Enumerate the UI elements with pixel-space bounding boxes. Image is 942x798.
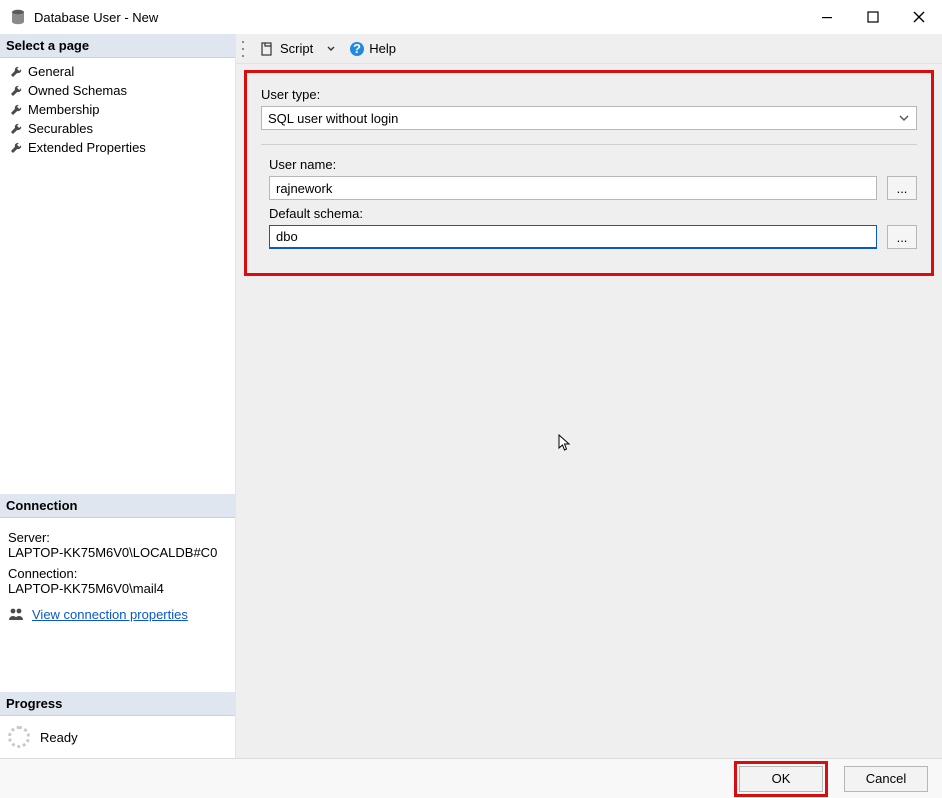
wrench-icon xyxy=(10,123,22,135)
wrench-icon xyxy=(10,85,22,97)
page-label: Membership xyxy=(28,102,100,117)
svg-text:?: ? xyxy=(353,41,361,56)
help-label: Help xyxy=(369,41,396,56)
connection-header: Connection xyxy=(0,494,235,518)
close-button[interactable] xyxy=(896,0,942,34)
page-label: Owned Schemas xyxy=(28,83,127,98)
cancel-button[interactable]: Cancel xyxy=(844,766,928,792)
content-pane: Script ? Help User type: SQL user withou… xyxy=(236,34,942,758)
progress-row: Ready xyxy=(0,716,235,758)
server-label: Server: xyxy=(8,530,227,545)
people-icon xyxy=(8,606,24,622)
page-label: General xyxy=(28,64,74,79)
progress-status: Ready xyxy=(40,730,78,745)
minimize-button[interactable] xyxy=(804,0,850,34)
toolbar: Script ? Help xyxy=(236,34,942,64)
user-name-label: User name: xyxy=(269,157,917,172)
connection-value: LAPTOP-KK75M6V0\mail4 xyxy=(8,581,227,596)
script-dropdown[interactable] xyxy=(323,45,339,53)
script-button[interactable]: Script xyxy=(254,39,319,59)
sidebar-item-general[interactable]: General xyxy=(0,62,235,81)
progress-spinner-icon xyxy=(8,726,30,748)
default-schema-label: Default schema: xyxy=(269,206,917,221)
chevron-down-icon xyxy=(327,45,335,53)
page-label: Extended Properties xyxy=(28,140,146,155)
help-button[interactable]: ? Help xyxy=(343,39,402,59)
user-type-select[interactable]: SQL user without login xyxy=(261,106,917,130)
user-type-label: User type: xyxy=(261,87,917,102)
connection-label: Connection: xyxy=(8,566,227,581)
sidebar-item-owned-schemas[interactable]: Owned Schemas xyxy=(0,81,235,100)
toolbar-grip-icon xyxy=(242,41,248,57)
sidebar-item-membership[interactable]: Membership xyxy=(0,100,235,119)
ok-highlight: OK xyxy=(734,761,828,797)
help-icon: ? xyxy=(349,41,365,57)
database-icon xyxy=(10,9,26,25)
sidebar-item-extended-properties[interactable]: Extended Properties xyxy=(0,138,235,157)
script-icon xyxy=(260,41,276,57)
script-label: Script xyxy=(280,41,313,56)
page-list: General Owned Schemas Membership Securab… xyxy=(0,58,235,161)
wrench-icon xyxy=(10,66,22,78)
maximize-button[interactable] xyxy=(850,0,896,34)
view-connection-properties-link[interactable]: View connection properties xyxy=(32,607,188,622)
sidebar-item-securables[interactable]: Securables xyxy=(0,119,235,138)
user-name-input[interactable] xyxy=(269,176,877,200)
general-form: User type: SQL user without login User n… xyxy=(244,70,934,276)
user-name-browse-button[interactable]: ... xyxy=(887,176,917,200)
ok-button[interactable]: OK xyxy=(739,766,823,792)
page-label: Securables xyxy=(28,121,93,136)
select-page-header: Select a page xyxy=(0,34,235,58)
titlebar: Database User - New xyxy=(0,0,942,34)
dialog-footer: OK Cancel xyxy=(0,758,942,798)
server-value: LAPTOP-KK75M6V0\LOCALDB#C0 xyxy=(8,545,227,560)
window-title: Database User - New xyxy=(34,10,158,25)
sidebar: Select a page General Owned Schemas Memb… xyxy=(0,34,236,758)
wrench-icon xyxy=(10,104,22,116)
wrench-icon xyxy=(10,142,22,154)
progress-header: Progress xyxy=(0,692,235,716)
separator xyxy=(261,144,917,145)
default-schema-browse-button[interactable]: ... xyxy=(887,225,917,249)
default-schema-input[interactable] xyxy=(269,225,877,249)
mouse-cursor-icon xyxy=(557,433,575,451)
connection-info: Server: LAPTOP-KK75M6V0\LOCALDB#C0 Conne… xyxy=(0,518,235,600)
